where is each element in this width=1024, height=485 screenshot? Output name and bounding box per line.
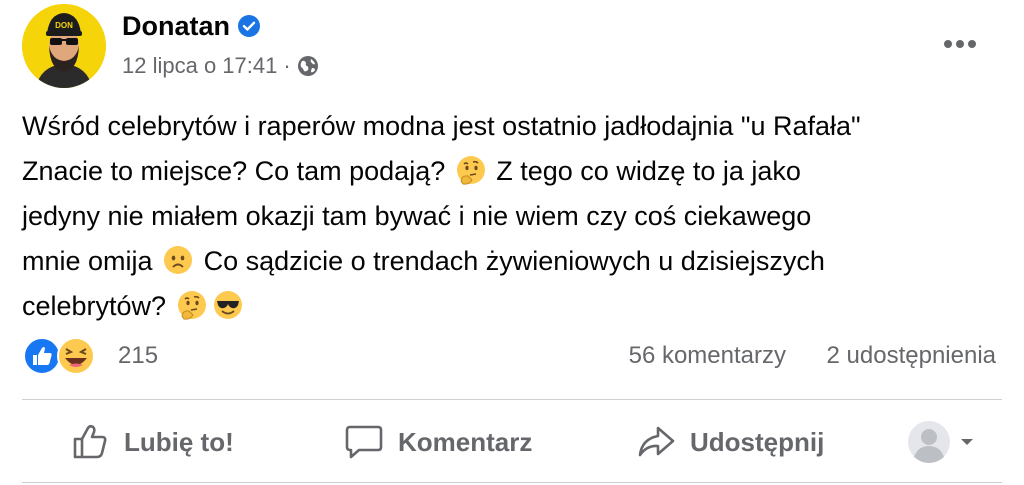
reaction-count[interactable]: 215 [118,342,158,370]
post-line-5: celebrytów? [22,284,1012,329]
globe-icon[interactable] [297,55,319,77]
avatar[interactable]: DON [22,4,106,88]
author-name[interactable]: Donatan [122,11,230,42]
comment-button[interactable]: Komentarz [344,412,532,472]
comment-label: Komentarz [398,426,533,457]
thinking-face-emoji-icon [455,154,487,186]
haha-reaction-icon [57,337,95,375]
share-button[interactable]: Udostępnij [636,412,824,472]
avatar-image: DON [22,4,106,88]
like-reaction-icon [23,337,61,375]
share-arrow-icon [638,426,675,457]
sunglasses-face-emoji-icon [212,289,244,321]
author-block: Donatan 12 lipca o 17:41 · [122,6,319,80]
thumbs-up-icon [73,424,107,459]
comment-bubble-icon [345,425,383,459]
post-line-1: Wśród celebrytów i raperów modna jest os… [22,111,861,141]
divider [22,399,1002,400]
react-as-selector[interactable] [908,420,974,464]
author-row: Donatan [122,6,319,46]
post-line-2-end: Z tego co widzę to ja jako [496,156,801,186]
like-label: Lubię to! [124,426,234,457]
post-line-4-start: mnie omija [22,246,153,276]
comments-count-link[interactable]: 56 komentarzy [629,342,786,370]
reactions-summary: 215 56 komentarzy 2 udostępnienia [22,334,1002,378]
avatar-cap-text: DON [55,21,73,30]
meta-separator: · [283,53,291,78]
chevron-down-icon [961,439,973,445]
post-line-2-start: Znacie to miejsce? Co tam podają? [22,156,446,186]
shares-count-link[interactable]: 2 udostępnienia [827,342,996,370]
post-header: DON Donatan 12 lipca o 17:41 · [22,4,1012,90]
divider [22,482,1002,483]
more-options-button[interactable] [938,24,982,64]
like-button[interactable]: Lubię to! [70,412,234,472]
post-line-4-end: Co sądzicie o trendach żywieniowych u dz… [203,246,825,276]
post-line-5-start: celebrytów? [22,291,167,321]
post-message: Wśród celebrytów i raperów modna jest os… [22,104,1012,329]
reaction-icons[interactable] [22,336,108,376]
post-line-2: Znacie to miejsce? Co tam podają? Z tego… [22,149,1012,194]
action-bar: Lubię to! Komentarz Udostępnij [22,412,1002,472]
frowning-face-emoji-icon [162,244,194,276]
profile-avatar-icon [908,421,950,463]
post-meta: 12 lipca o 17:41 · [122,52,319,80]
post-line-3: jedyny nie miałem okazji tam bywać i nie… [22,201,812,231]
post-line-4: mnie omija Co sądzicie o trendach żywien… [22,239,1012,284]
share-label: Udostępnij [690,426,825,457]
verified-badge-icon [238,15,260,37]
post-timestamp[interactable]: 12 lipca o 17:41 [122,53,277,79]
more-dots-icon [944,40,976,48]
thinking-face-emoji-icon [176,289,208,321]
